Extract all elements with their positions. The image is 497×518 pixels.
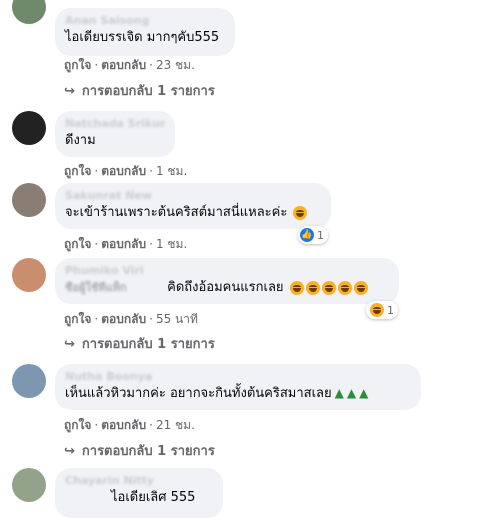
- comment-text: ดีงาม: [65, 133, 96, 148]
- separator: ·: [94, 164, 99, 178]
- comment-bubble: Phumiko Viri ชื่อผู้ใช้ที่แท็ก คิดถึงอ้อ…: [55, 258, 399, 304]
- laughing-emoji-icon: [337, 280, 352, 295]
- comment-bubble: Natchada Srikum ดีงาม: [55, 111, 175, 157]
- separator: ·: [149, 164, 153, 178]
- christmas-tree-icon: ▲: [346, 386, 357, 400]
- comment-time[interactable]: 21 ชม.: [156, 416, 195, 435]
- reply-link[interactable]: ตอบกลับ: [101, 416, 146, 435]
- reply-link[interactable]: ตอบกลับ: [101, 162, 146, 181]
- view-replies-label: การตอบกลับ 1 รายการ: [81, 84, 215, 99]
- view-replies-link[interactable]: ↪ การตอบกลับ 1 รายการ: [64, 333, 215, 354]
- comment-actions: ถูกใจ · ตอบกลับ · 21 ชม.: [64, 416, 195, 435]
- comment-actions: ถูกใจ · ตอบกลับ · 1 ชม.: [64, 162, 187, 181]
- comment-time[interactable]: 1 ชม.: [156, 162, 187, 181]
- reply-arrow-icon: ↪: [64, 444, 75, 459]
- reply-arrow-icon: ↪: [64, 84, 75, 99]
- reaction-summary[interactable]: 👍 1: [298, 226, 328, 244]
- like-reaction-icon: 👍: [300, 228, 314, 242]
- comment-text-content: คิดถึงอ้อมคนแรกเลย: [167, 280, 284, 295]
- comment-text-content: จะเข้าร้านเพราะต้นคริสต์มาสนี่แหละค่ะ: [65, 205, 288, 220]
- reply-link[interactable]: ตอบกลับ: [101, 56, 146, 75]
- separator: ·: [149, 58, 153, 72]
- laughing-emoji-icon: [321, 280, 336, 295]
- separator: ·: [94, 418, 99, 432]
- comment-bubble: Chayarin Nitty ไอเดียเลิศ 555: [55, 468, 223, 518]
- laughing-emoji-icon: [289, 280, 304, 295]
- christmas-tree-icon: ▲: [334, 386, 344, 400]
- comment-text: จะเข้าร้านเพราะต้นคริสต์มาสนี่แหละค่ะ: [65, 203, 321, 222]
- like-link[interactable]: ถูกใจ: [64, 235, 91, 254]
- comment-bubble: Sakunrat New จะเข้าร้านเพราะต้นคริสต์มาส…: [55, 183, 331, 229]
- like-link[interactable]: ถูกใจ: [64, 162, 91, 181]
- view-replies-link[interactable]: ↪ การตอบกลับ 1 รายการ: [64, 80, 215, 101]
- comment-text-content: เห็นแล้วหิวมากค่ะ อยากจะกินทั้งต้นคริสมา…: [65, 386, 332, 401]
- separator: ·: [149, 312, 153, 326]
- commenter-name[interactable]: Anan Saisong: [65, 14, 225, 28]
- laughing-emoji-icon: [293, 205, 308, 220]
- separator: ·: [149, 237, 153, 251]
- laughing-emoji-icon: [353, 280, 368, 295]
- separator: ·: [94, 237, 99, 251]
- comment-time[interactable]: 55 นาที: [156, 310, 198, 329]
- laughing-emoji-icon: [305, 280, 320, 295]
- avatar[interactable]: [12, 468, 46, 502]
- like-link[interactable]: ถูกใจ: [64, 56, 91, 75]
- comment-time[interactable]: 23 ชม.: [156, 56, 195, 75]
- tagged-user-name[interactable]: ชื่อผู้ใช้ที่แท็ก: [65, 281, 163, 295]
- avatar[interactable]: [12, 364, 46, 398]
- comment-text: ไอเดียเลิศ 555: [65, 488, 213, 507]
- like-link[interactable]: ถูกใจ: [64, 310, 91, 329]
- separator: ·: [149, 418, 153, 432]
- avatar[interactable]: [12, 183, 46, 217]
- reaction-summary[interactable]: 1: [366, 301, 398, 319]
- commenter-name[interactable]: Phumiko Viri: [65, 264, 389, 278]
- comment-actions: ถูกใจ · ตอบกลับ · 1 ชม.: [64, 235, 187, 254]
- christmas-tree-icon: ▲: [359, 386, 369, 400]
- avatar[interactable]: [12, 111, 46, 145]
- comment-actions: ถูกใจ · ตอบกลับ · 23 ชม.: [64, 56, 195, 75]
- commenter-name[interactable]: Chayarin Nitty: [65, 474, 213, 488]
- haha-reaction-icon: [370, 303, 384, 317]
- comment-actions: ถูกใจ · ตอบกลับ · 55 นาที: [64, 310, 198, 329]
- comment-text: ชื่อผู้ใช้ที่แท็ก คิดถึงอ้อมคนแรกเลย: [65, 278, 389, 297]
- commenter-name[interactable]: Natchada Srikum: [65, 117, 165, 131]
- commenter-name[interactable]: Sakunrat New: [65, 189, 321, 203]
- comment-time[interactable]: 1 ชม.: [156, 235, 187, 254]
- commenter-name[interactable]: Nutha Boonya: [65, 370, 411, 384]
- avatar[interactable]: [12, 258, 46, 292]
- comment-bubble: Anan Saisong ไอเดียบรรเจิด มากๆคับ555: [55, 8, 235, 56]
- separator: ·: [94, 58, 99, 72]
- separator: ·: [94, 312, 99, 326]
- view-replies-label: การตอบกลับ 1 รายการ: [81, 337, 215, 352]
- avatar[interactable]: [12, 0, 46, 24]
- reaction-count: 1: [317, 228, 324, 242]
- view-replies-link[interactable]: ↪ การตอบกลับ 1 รายการ: [64, 440, 215, 461]
- comment-text-content: ไอเดียเลิศ 555: [111, 490, 196, 505]
- reaction-count: 1: [387, 303, 394, 317]
- comment-text: เห็นแล้วหิวมากค่ะ อยากจะกินทั้งต้นคริสมา…: [65, 384, 411, 403]
- reply-arrow-icon: ↪: [64, 337, 75, 352]
- reply-link[interactable]: ตอบกลับ: [101, 235, 146, 254]
- comment-bubble: Nutha Boonya เห็นแล้วหิวมากค่ะ อยากจะกิน…: [55, 364, 421, 410]
- reply-link[interactable]: ตอบกลับ: [101, 310, 146, 329]
- comment-text: ไอเดียบรรเจิด มากๆคับ555: [65, 30, 220, 45]
- view-replies-label: การตอบกลับ 1 รายการ: [81, 444, 215, 459]
- like-link[interactable]: ถูกใจ: [64, 416, 91, 435]
